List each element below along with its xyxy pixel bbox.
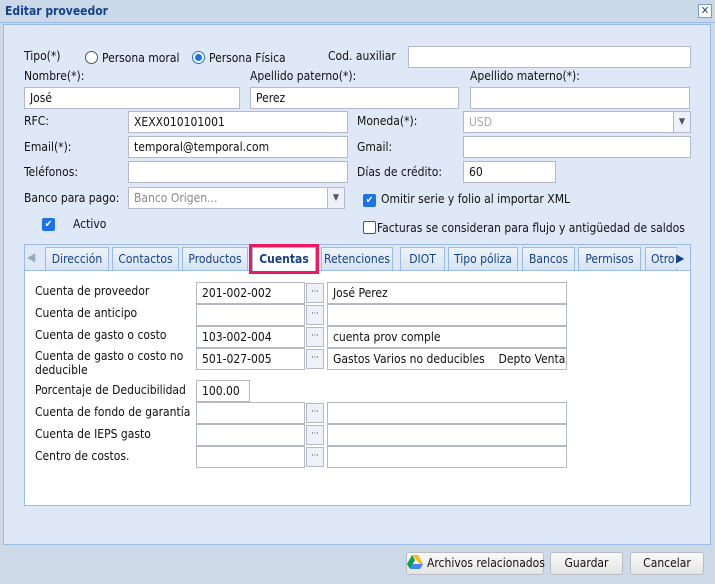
lookup-button[interactable]: ···	[306, 447, 324, 467]
moneda-label: Moneda(*):	[357, 114, 418, 128]
dias-credito-input[interactable]: 60	[463, 161, 556, 183]
persona-moral-label: Persona moral	[102, 51, 180, 65]
tab-strip: ◀ Dirección Contactos Productos Cuentas …	[24, 244, 691, 274]
tab-bancos[interactable]: Bancos	[522, 247, 575, 271]
email-label: Email(*):	[24, 140, 72, 154]
nombre-input[interactable]: José	[24, 87, 240, 109]
close-icon[interactable]: ✕	[698, 4, 712, 18]
tab-retenciones[interactable]: Retenciones	[321, 247, 393, 271]
tab-productos[interactable]: Productos	[182, 247, 248, 271]
cuenta-gasto-desc[interactable]: cuenta prov comple	[327, 326, 567, 348]
cuenta-no-deducible-code[interactable]: 501-027-005	[196, 348, 305, 370]
tipo-label: Tipo(*)	[24, 49, 61, 63]
cuenta-label: Cuenta de anticipo	[35, 306, 138, 320]
rfc-label: RFC:	[24, 114, 49, 128]
cuenta-label: Cuenta de proveedor	[35, 284, 150, 298]
gmail-label: Gmail:	[357, 140, 393, 154]
activo-checkbox[interactable]: ✔	[42, 218, 55, 231]
moneda-value: USD	[469, 115, 493, 129]
porcentaje-input[interactable]: 100.00	[196, 380, 250, 402]
apellido-materno-label: Apellido materno(*):	[470, 69, 580, 83]
activo-label: Activo	[73, 217, 107, 231]
tab-cuentas[interactable]: Cuentas	[249, 244, 319, 274]
cod-auxiliar-input[interactable]	[408, 46, 691, 68]
scroll-right-icon[interactable]: ▶	[676, 248, 690, 268]
tab-direccion[interactable]: Dirección	[45, 247, 109, 271]
lookup-button[interactable]: ···	[306, 283, 324, 303]
centro-costos-code[interactable]	[196, 446, 305, 468]
cuenta-proveedor-code[interactable]: 201-002-002	[196, 282, 305, 304]
cuenta-label: Centro de costos.	[35, 449, 130, 463]
chevron-down-icon[interactable]: ▼	[327, 188, 344, 208]
telefonos-label: Teléfonos:	[24, 165, 78, 179]
guardar-button[interactable]: Guardar	[550, 552, 623, 575]
gmail-input[interactable]	[463, 136, 691, 158]
omitir-checkbox[interactable]: ✔	[363, 194, 376, 207]
cuenta-label: Cuenta de IEPS gasto	[35, 427, 151, 441]
cuenta-fondo-code[interactable]	[196, 402, 305, 424]
apellido-paterno-label: Apellido paterno(*):	[250, 69, 357, 83]
porcentaje-label: Porcentaje de Deducibilidad	[35, 383, 186, 397]
lookup-button[interactable]: ···	[306, 305, 324, 325]
cuenta-ieps-desc[interactable]	[327, 424, 567, 446]
cancelar-button[interactable]: Cancelar	[630, 552, 704, 575]
banco-placeholder: Banco Origen...	[134, 191, 218, 205]
apellido-materno-input[interactable]	[470, 87, 690, 109]
archivos-label: Archivos relacionados	[427, 556, 545, 570]
centro-costos-desc[interactable]	[327, 446, 567, 468]
google-drive-icon	[407, 555, 423, 569]
cuenta-gasto-code[interactable]: 103-002-004	[196, 326, 305, 348]
scroll-left-icon[interactable]: ◀	[27, 250, 35, 264]
window-title: Editar proveedor	[5, 4, 108, 18]
cuenta-label: Cuenta de gasto o costo	[35, 328, 167, 342]
tab-contactos[interactable]: Contactos	[112, 247, 179, 271]
cod-auxiliar-label: Cod. auxiliar	[328, 49, 396, 63]
chevron-down-icon[interactable]: ▼	[673, 112, 690, 132]
cuenta-label: Cuenta de gasto o costo no deducible	[35, 349, 184, 377]
rfc-input[interactable]: XEXX010101001	[128, 111, 348, 133]
cuenta-anticipo-code[interactable]	[196, 304, 305, 326]
persona-fisica-label: Persona Física	[209, 51, 286, 65]
apellido-paterno-input[interactable]: Perez	[250, 87, 459, 109]
lookup-button[interactable]: ···	[306, 425, 324, 445]
tab-permisos[interactable]: Permisos	[578, 247, 641, 271]
banco-select[interactable]: Banco Origen... ▼	[128, 187, 345, 209]
tab-tipo-poliza[interactable]: Tipo póliza	[448, 247, 518, 271]
tab-diot[interactable]: DIOT	[400, 247, 445, 271]
cuenta-fondo-desc[interactable]	[327, 402, 567, 424]
cuenta-no-deducible-desc[interactable]: Gastos Varios no deducibles Depto Ventas	[327, 348, 567, 370]
nombre-label: Nombre(*):	[24, 69, 85, 83]
telefonos-input[interactable]	[128, 161, 348, 183]
moneda-select[interactable]: USD ▼	[463, 111, 691, 133]
tab-otro[interactable]: Otro	[645, 247, 677, 271]
lookup-button[interactable]: ···	[306, 327, 324, 347]
archivos-relacionados-button[interactable]: Archivos relacionados	[406, 552, 545, 575]
cuenta-anticipo-desc[interactable]	[327, 304, 567, 326]
facturas-label: Facturas se consideran para flujo y anti…	[377, 221, 685, 235]
title-bar: Editar proveedor ✕	[0, 0, 715, 23]
banco-label: Banco para pago:	[24, 191, 120, 205]
omitir-label: Omitir serie y folio al importar XML	[381, 192, 571, 206]
cuenta-proveedor-desc[interactable]: José Perez	[327, 282, 567, 304]
radio-persona-fisica[interactable]	[192, 51, 205, 64]
cuenta-label: Cuenta de fondo de garantía	[35, 405, 191, 419]
lookup-button[interactable]: ···	[306, 349, 324, 369]
facturas-checkbox[interactable]	[363, 221, 376, 234]
email-input[interactable]: temporal@temporal.com	[128, 136, 348, 158]
dias-credito-label: Días de crédito:	[357, 165, 442, 179]
radio-persona-moral[interactable]	[85, 51, 98, 64]
lookup-button[interactable]: ···	[306, 403, 324, 423]
cuenta-ieps-code[interactable]	[196, 424, 305, 446]
